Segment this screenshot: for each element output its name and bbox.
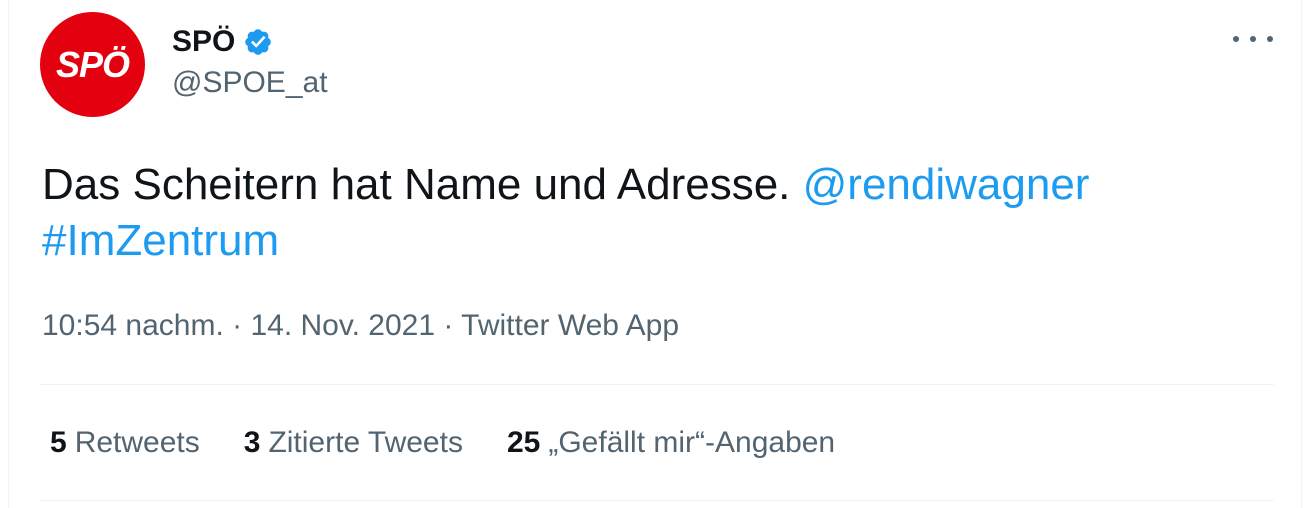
author-name-row[interactable]: SPÖ: [172, 22, 273, 62]
divider: [40, 500, 1274, 501]
verified-badge-icon: [245, 29, 272, 55]
tweet-stats: 5 Retweets 3 Zitierte Tweets 25 „Gefällt mi…: [50, 423, 879, 463]
avatar[interactable]: SPÖ: [40, 12, 145, 117]
retweets-stat[interactable]: 5 Retweets: [50, 426, 200, 460]
avatar-logo-text: SPÖ: [55, 43, 130, 85]
likes-label: „Gefällt mir“-Angaben: [548, 426, 836, 459]
mention-link[interactable]: @rendiwagner: [803, 160, 1090, 209]
tweet-date[interactable]: 14. Nov. 2021: [250, 309, 435, 342]
hashtag-link[interactable]: #ImZentrum: [42, 216, 279, 265]
meta-separator: ·: [435, 309, 462, 342]
meta-separator: ·: [223, 309, 251, 342]
tweet-source[interactable]: Twitter Web App: [461, 309, 679, 342]
quotes-label: Zitierte Tweets: [268, 426, 463, 459]
divider: [40, 384, 1274, 385]
tweet-body: Das Scheitern hat Name und Adresse.: [42, 160, 803, 209]
display-name[interactable]: SPÖ: [172, 25, 235, 59]
quotes-count: 3: [243, 426, 261, 459]
tweet-text: Das Scheitern hat Name und Adresse. @ren…: [42, 157, 1262, 269]
retweets-label: Retweets: [74, 426, 200, 459]
retweets-count: 5: [50, 426, 67, 459]
more-options-icon[interactable]: [1233, 24, 1273, 54]
more-dot: [1233, 36, 1239, 42]
user-handle[interactable]: @SPOE_at: [172, 66, 328, 100]
more-dot: [1267, 36, 1273, 42]
likes-stat[interactable]: 25 „Gefällt mir“-Angaben: [507, 426, 835, 460]
quote-tweets-stat[interactable]: 3 Zitierte Tweets: [244, 426, 463, 460]
likes-count: 25: [506, 426, 541, 459]
tweet-meta: 10:54 nachm. · 14. Nov. 2021 · Twitter W…: [42, 309, 679, 343]
more-dot: [1250, 36, 1256, 42]
tweet-time[interactable]: 10:54 nachm.: [42, 309, 224, 342]
